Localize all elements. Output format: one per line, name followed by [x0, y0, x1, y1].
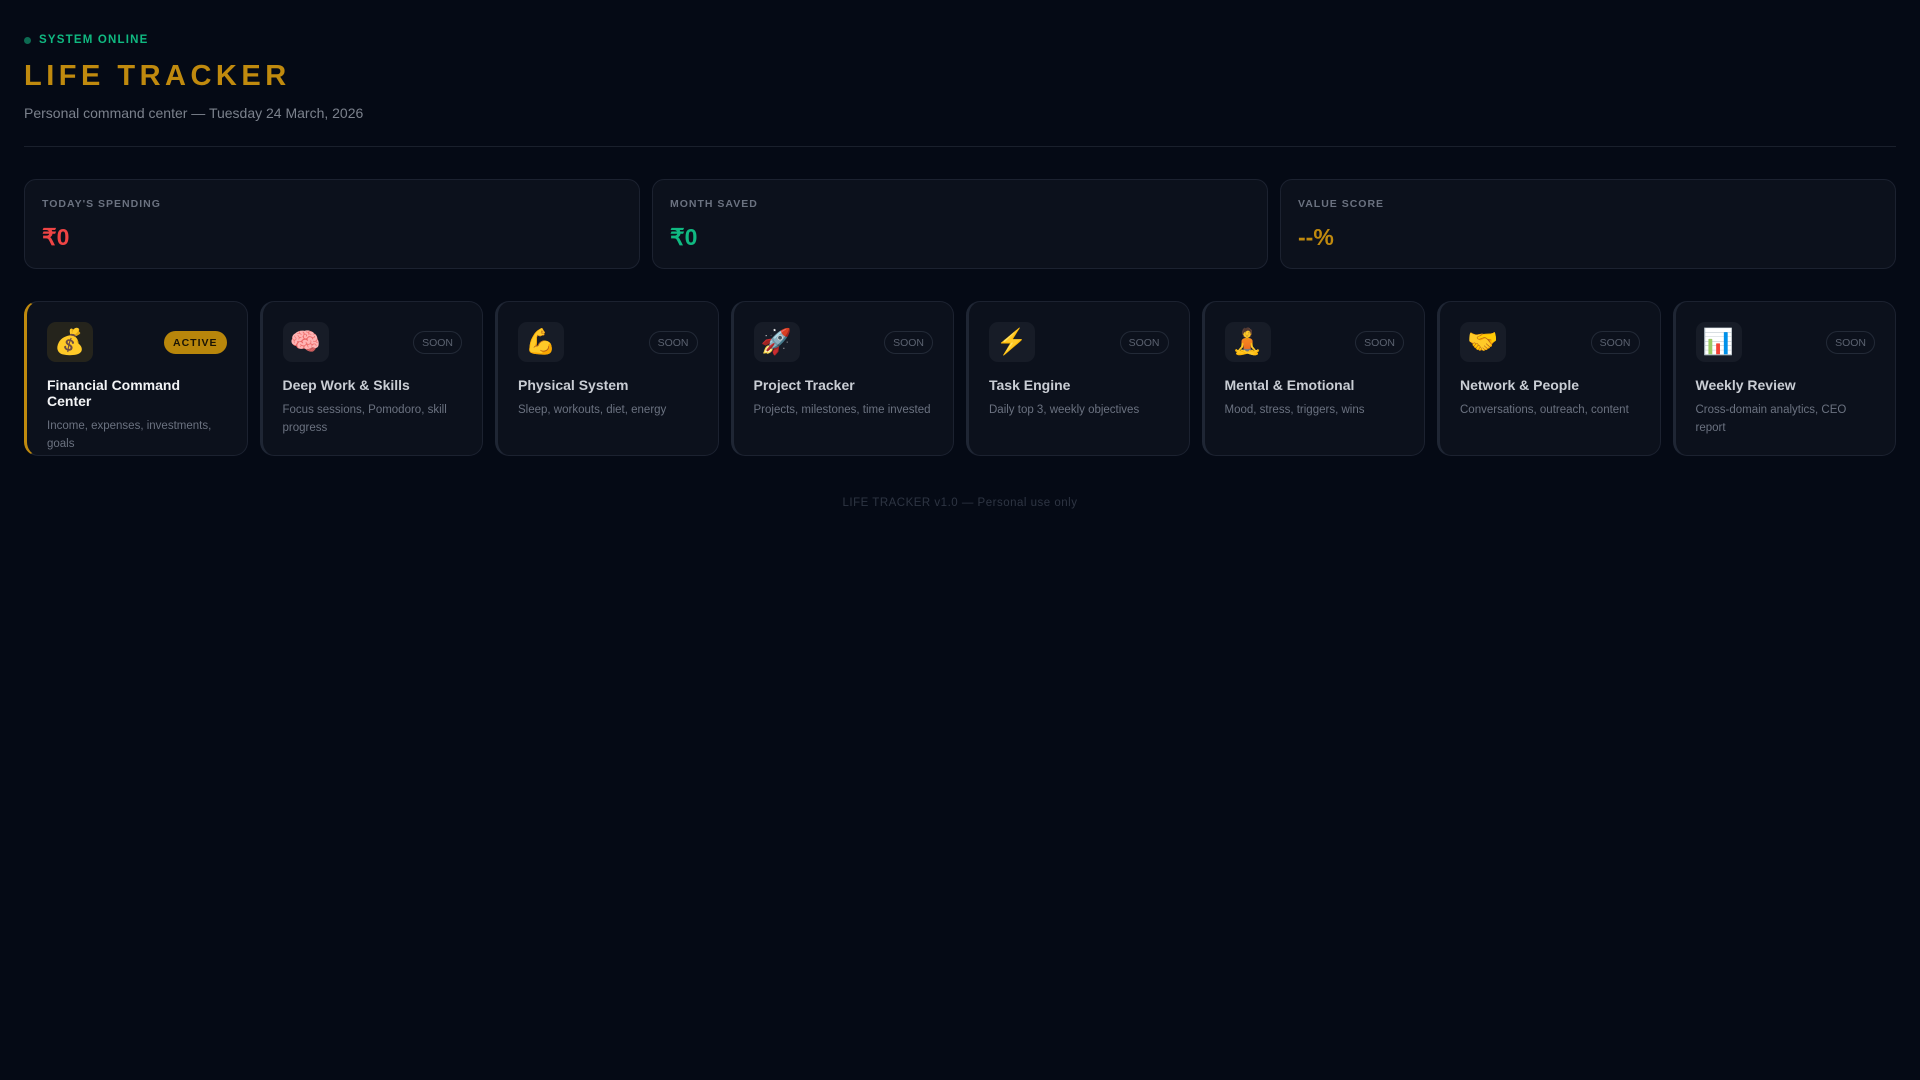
- module-card-physical-system[interactable]: 💪 SOON Physical System Sleep, workouts, …: [495, 301, 719, 456]
- module-description: Projects, milestones, time invested: [753, 404, 931, 416]
- module-title: Weekly Review: [1695, 377, 1796, 393]
- module-title: Deep Work & Skills: [282, 377, 410, 393]
- module-status-badge: SOON: [413, 331, 462, 354]
- module-status-badge: ACTIVE: [163, 331, 227, 354]
- bar-chart-icon: 📊: [1695, 322, 1742, 362]
- brain-icon: 🧠: [282, 322, 329, 362]
- stat-value: ₹0: [670, 224, 698, 250]
- stat-value: ₹0: [42, 224, 70, 250]
- footer: LIFE TRACKER v1.0 — Personal use only: [842, 497, 1078, 509]
- money-bag-icon: 💰: [47, 322, 93, 362]
- stat-card-value-score: VALUE SCORE --%: [1280, 179, 1896, 269]
- module-title: Mental & Emotional: [1224, 377, 1355, 393]
- module-status-badge: SOON: [1826, 331, 1875, 354]
- module-description: Income, expenses, investments, goals: [47, 420, 212, 451]
- module-title: Physical System: [518, 377, 629, 393]
- module-card-project-tracker[interactable]: 🚀 SOON Project Tracker Projects, milesto…: [730, 301, 954, 456]
- module-status-badge: SOON: [884, 331, 933, 354]
- module-title: Project Tracker: [753, 377, 855, 393]
- module-description: Mood, stress, triggers, wins: [1224, 404, 1365, 416]
- module-description: Daily top 3, weekly objectives: [989, 404, 1140, 416]
- module-title: Financial Command Center: [47, 377, 181, 409]
- page-subtitle: Personal command center — Tuesday 24 Mar…: [24, 105, 364, 121]
- module-status-badge: SOON: [1119, 331, 1169, 354]
- meditation-icon: 🧘: [1224, 322, 1271, 362]
- stat-card-month-saved: MONTH SAVED ₹0: [652, 179, 1268, 269]
- module-status-badge: SOON: [1590, 331, 1640, 354]
- divider: [24, 146, 1896, 147]
- module-title: Network & People: [1460, 377, 1580, 393]
- module-title: Task Engine: [989, 377, 1071, 393]
- stat-label: MONTH SAVED: [670, 198, 758, 210]
- module-card-deep-work-skills[interactable]: 🧠 SOON Deep Work & Skills Focus sessions…: [259, 301, 483, 456]
- module-description: Sleep, workouts, diet, energy: [518, 404, 667, 416]
- module-status-badge: SOON: [648, 331, 698, 354]
- stat-value: --%: [1298, 224, 1334, 250]
- flexed-biceps-icon: 💪: [518, 322, 564, 362]
- module-card-financial-command-center[interactable]: 💰 ACTIVE Financial Command Center Income…: [24, 301, 248, 456]
- status-dot-icon: [24, 36, 31, 44]
- module-description: Conversations, outreach, content: [1460, 404, 1629, 416]
- page-title: LIFE TRACKER: [24, 60, 291, 92]
- status-text: SYSTEM ONLINE: [39, 34, 149, 46]
- rocket-icon: 🚀: [753, 322, 800, 362]
- module-card-network-people[interactable]: 🤝 SOON Network & People Conversations, o…: [1437, 301, 1661, 456]
- handshake-icon: 🤝: [1460, 322, 1506, 362]
- stat-label: VALUE SCORE: [1298, 198, 1385, 210]
- system-status: SYSTEM ONLINE: [24, 34, 149, 46]
- stats-row: TODAY'S SPENDING ₹0 MONTH SAVED ₹0 VALUE S…: [24, 179, 1896, 269]
- module-card-weekly-review[interactable]: 📊 SOON Weekly Review Cross-domain analyt…: [1672, 301, 1896, 456]
- lightning-icon: ⚡: [989, 322, 1035, 362]
- module-description: Focus sessions, Pomodoro, skill progress: [282, 404, 447, 435]
- stat-card-todays-spending: TODAY'S SPENDING ₹0: [24, 179, 640, 269]
- module-status-badge: SOON: [1355, 331, 1404, 354]
- module-card-mental-emotional[interactable]: 🧘 SOON Mental & Emotional Mood, stress, …: [1201, 301, 1425, 456]
- modules-grid: 💰 ACTIVE Financial Command Center Income…: [24, 301, 1896, 456]
- module-description: Cross-domain analytics, CEO report: [1695, 404, 1847, 435]
- module-card-task-engine[interactable]: ⚡ SOON Task Engine Daily top 3, weekly o…: [966, 301, 1190, 456]
- stat-label: TODAY'S SPENDING: [42, 198, 161, 210]
